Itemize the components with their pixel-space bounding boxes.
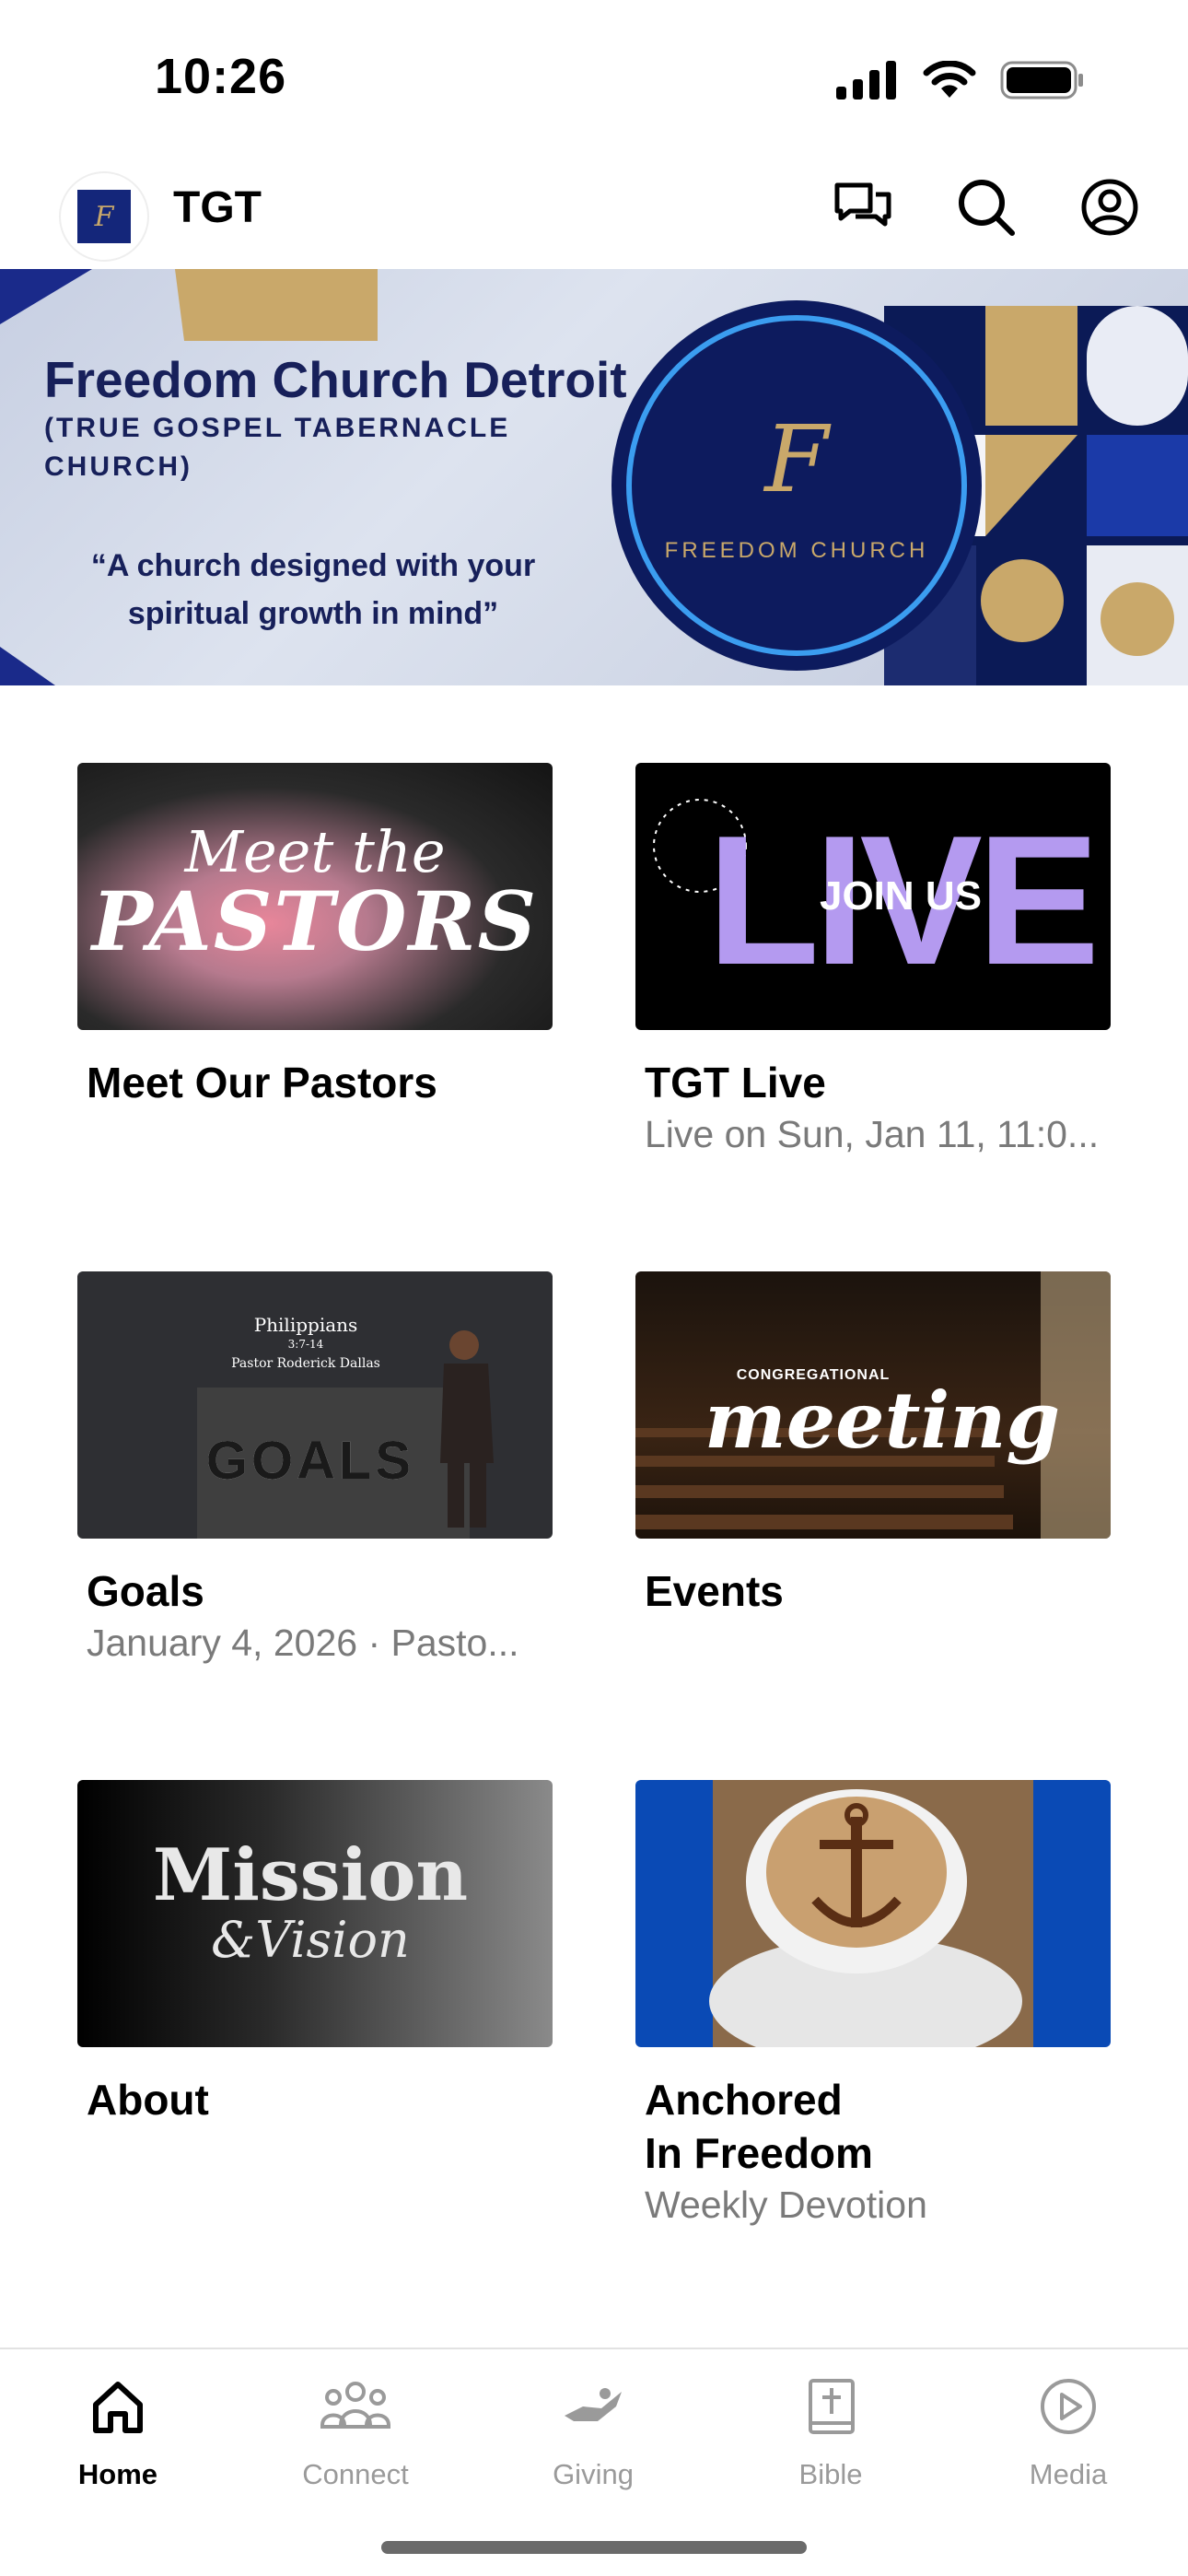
messages-button[interactable]: [831, 175, 895, 240]
card-subtitle: January 4, 2026 · Pasto...: [87, 1622, 519, 1664]
app-header: F TGT: [0, 157, 1188, 269]
card-subtitle: Weekly Devotion: [645, 2184, 927, 2226]
logo-f-mark: F: [764, 405, 829, 513]
chat-bubbles-icon: [834, 182, 891, 227]
card-thumbnail: LIVE JOIN US: [635, 763, 1111, 1030]
thumb-text-line1: Mission: [152, 1833, 469, 1917]
freedom-church-logo: F FREEDOM CHURCH: [626, 315, 967, 656]
account-circle-icon: [1081, 179, 1138, 236]
battery-icon: [1000, 61, 1083, 100]
card-thumbnail: CONGREGATIONAL meeting: [635, 1271, 1111, 1539]
card-about[interactable]: Mission &Vision About: [77, 1780, 553, 2126]
home-icon: [93, 2382, 143, 2433]
card-thumbnail: Mission &Vision: [77, 1780, 553, 2047]
logo-mark: F: [77, 190, 131, 243]
status-bar: 10:26: [0, 0, 1188, 157]
wifi-icon: [923, 61, 976, 98]
tab-media[interactable]: Media: [976, 2370, 1160, 2491]
bible-icon: [809, 2379, 855, 2434]
search-icon: [959, 180, 1015, 236]
card-tgt-live[interactable]: LIVE JOIN US TGT Live Live on Sun, Jan 1…: [635, 763, 1111, 1159]
tab-home[interactable]: Home: [26, 2370, 210, 2491]
status-time: 10:26: [155, 49, 287, 104]
hero-title: Freedom Church Detroit: [44, 351, 627, 408]
card-anchored-in-freedom[interactable]: Anchored In Freedom Weekly Devotion: [635, 1780, 1111, 2230]
tab-label: Giving: [553, 2458, 634, 2490]
giving-hand-icon: [565, 2388, 622, 2421]
thumb-text-line2: &Vision: [211, 1911, 410, 1969]
people-icon: [320, 2382, 390, 2429]
thumb-text-line2: meeting: [704, 1375, 1061, 1466]
header-actions: [831, 175, 1142, 240]
card-thumbnail: [635, 1780, 1111, 2047]
tab-label: Bible: [798, 2458, 863, 2490]
tab-connect[interactable]: Connect: [263, 2370, 448, 2491]
profile-button[interactable]: [1077, 175, 1142, 240]
card-title-line1: Anchored: [645, 2076, 843, 2124]
tab-bible[interactable]: Bible: [739, 2370, 923, 2491]
search-button[interactable]: [954, 175, 1019, 240]
card-thumbnail: Philippians 3:7-14 Pastor Roderick Dalla…: [77, 1271, 553, 1539]
card-thumbnail: Meet the PASTORS: [77, 763, 553, 1030]
tab-giving[interactable]: Giving: [501, 2370, 685, 2491]
card-title: Meet Our Pastors: [87, 1059, 437, 1107]
status-icons: [836, 57, 1085, 103]
church-logo[interactable]: F: [59, 171, 149, 262]
tab-label: Home: [77, 2458, 158, 2490]
cellular-signal-icon: [836, 61, 896, 100]
card-title-line2: In Freedom: [645, 2129, 873, 2177]
coffee-anchor-image: [709, 1780, 1033, 2047]
card-goals[interactable]: Philippians 3:7-14 Pastor Roderick Dalla…: [77, 1271, 553, 1668]
pastor-figure: [440, 1330, 494, 1528]
card-events[interactable]: CONGREGATIONAL meeting Events: [635, 1271, 1111, 1618]
app-title: TGT: [173, 183, 262, 232]
card-title: Events: [645, 1567, 784, 1615]
hero-banner[interactable]: Freedom Church Detroit (TRUE GOSPEL TABE…: [0, 269, 1188, 685]
card-title: Goals: [87, 1567, 204, 1615]
card-subtitle: Live on Sun, Jan 11, 11:0...: [645, 1113, 1100, 1155]
tab-label: Media: [1029, 2458, 1108, 2490]
tab-label: Connect: [302, 2458, 409, 2490]
card-meet-our-pastors[interactable]: Meet the PASTORS Meet Our Pastors: [77, 763, 553, 1109]
hero-subtitle: (TRUE GOSPEL TABERNACLE CHURCH): [44, 413, 511, 482]
card-title: TGT Live: [645, 1059, 826, 1107]
thumb-text-line2: JOIN US: [819, 873, 983, 919]
card-title: About: [87, 2076, 209, 2124]
hero-quote: “A church designed with your spiritual g…: [90, 548, 536, 631]
logo-wordmark: FREEDOM CHURCH: [664, 538, 929, 563]
play-circle-icon: [1041, 2379, 1096, 2434]
thumb-text-line2: PASTORS: [91, 873, 539, 969]
home-indicator[interactable]: [381, 2541, 807, 2554]
